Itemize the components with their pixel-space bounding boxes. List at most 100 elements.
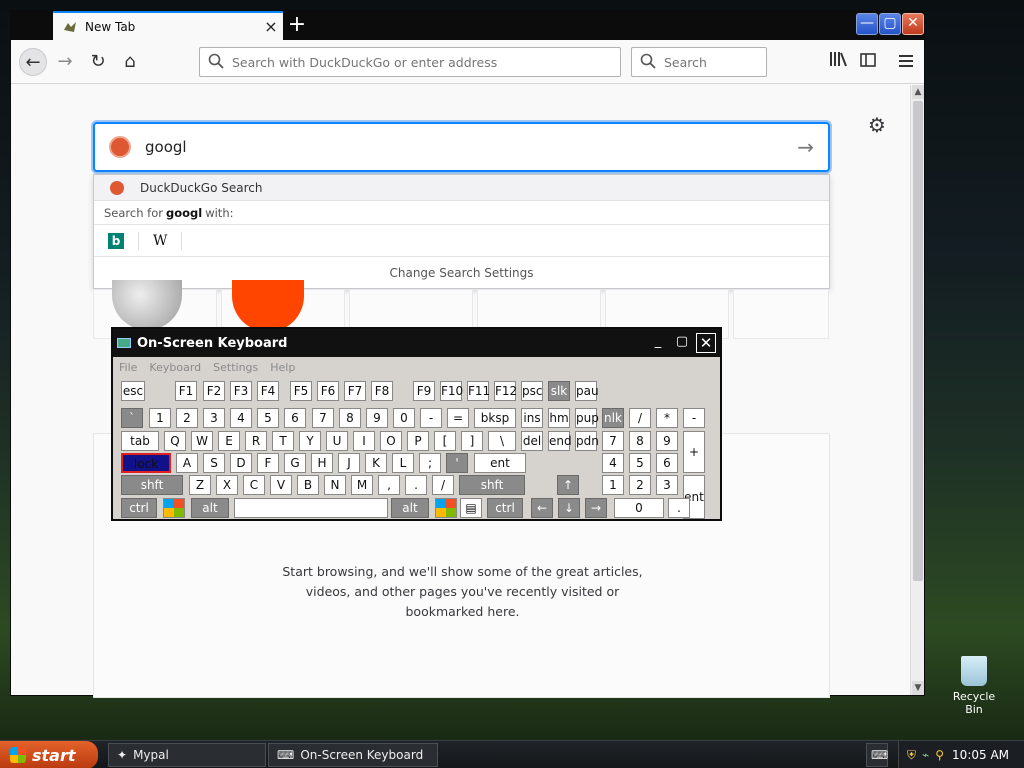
key-hm[interactable]: hm	[548, 408, 570, 428]
key-f4[interactable]: F4	[257, 381, 279, 401]
key-alt[interactable]: alt	[191, 498, 229, 518]
key-3[interactable]: 3	[656, 475, 678, 495]
key-f10[interactable]: F10	[440, 381, 463, 401]
home-button[interactable]: ⌂	[116, 48, 144, 76]
key-q[interactable]: Q	[164, 431, 186, 451]
key-bksp[interactable]: bksp	[474, 408, 516, 428]
key-2[interactable]: 2	[629, 475, 651, 495]
search-query[interactable]: googl	[145, 138, 797, 156]
key-1[interactable]: 1	[149, 408, 171, 428]
key-5[interactable]: 5	[257, 408, 279, 428]
taskbar-item-mypal[interactable]: ✦ Mypal	[108, 743, 266, 767]
key-8[interactable]: 8	[629, 431, 651, 451]
key-f9[interactable]: F9	[413, 381, 435, 401]
key-3[interactable]: 3	[203, 408, 225, 428]
tab-close-icon[interactable]: ×	[259, 17, 283, 36]
key-f8[interactable]: F8	[371, 381, 393, 401]
key-tab[interactable]: tab	[121, 431, 159, 451]
key-pup[interactable]: pup	[575, 408, 599, 428]
key-b[interactable]: B	[297, 475, 319, 495]
change-search-settings-button[interactable]: Change Search Settings	[94, 257, 829, 288]
key-[interactable]: ,	[378, 475, 400, 495]
bing-icon[interactable]: b	[108, 232, 124, 249]
key-[interactable]: ←	[531, 498, 553, 518]
key-pau[interactable]: pau	[575, 381, 599, 401]
key-psc[interactable]: psc	[521, 381, 543, 401]
key-[interactable]: \	[488, 431, 516, 451]
osk-menu-file[interactable]: File	[119, 361, 137, 374]
key-[interactable]: -	[420, 408, 442, 428]
key-g[interactable]: G	[284, 453, 306, 473]
search-input[interactable]	[664, 54, 754, 70]
key-8[interactable]: 8	[339, 408, 361, 428]
key-1[interactable]: 1	[602, 475, 624, 495]
key-[interactable]: ↑	[557, 475, 579, 495]
key-r[interactable]: R	[245, 431, 267, 451]
key-4[interactable]: 4	[230, 408, 252, 428]
key-y[interactable]: Y	[299, 431, 321, 451]
key-[interactable]: +	[683, 431, 705, 473]
key-u[interactable]: U	[326, 431, 348, 451]
key-d[interactable]: D	[230, 453, 252, 473]
scroll-up-arrow-icon[interactable]: ▲	[912, 85, 924, 99]
key-t[interactable]: T	[272, 431, 294, 451]
address-bar[interactable]	[199, 47, 621, 77]
key-[interactable]: [	[434, 431, 456, 451]
win-key-icon[interactable]	[163, 498, 185, 518]
key-ctrl[interactable]: ctrl	[487, 498, 523, 518]
menu-key-icon[interactable]: ▤	[460, 498, 482, 518]
menu-icon[interactable]	[892, 48, 920, 76]
clock[interactable]: 10:05 AM	[952, 748, 1009, 762]
key-f1[interactable]: F1	[175, 381, 197, 401]
key-6[interactable]: 6	[656, 453, 678, 473]
sidebar-icon[interactable]	[854, 48, 882, 76]
scroll-down-arrow-icon[interactable]: ▼	[912, 681, 924, 695]
search-go-arrow-icon[interactable]: →	[797, 135, 814, 159]
key-slk[interactable]: slk	[548, 381, 570, 401]
key-7[interactable]: 7	[312, 408, 334, 428]
key-[interactable]: -	[683, 408, 705, 428]
wikipedia-icon[interactable]: W	[153, 233, 167, 249]
key-e[interactable]: E	[218, 431, 240, 451]
start-button[interactable]: start	[0, 741, 98, 768]
key-nlk[interactable]: nlk	[602, 408, 624, 428]
key-[interactable]: /	[432, 475, 454, 495]
key-p[interactable]: P	[407, 431, 429, 451]
win-key-icon[interactable]	[435, 498, 457, 518]
key-[interactable]: ↓	[558, 498, 580, 518]
key-ent[interactable]: ent	[474, 453, 526, 473]
reload-button[interactable]: ↻	[84, 48, 112, 76]
settings-gear-icon[interactable]: ⚙	[868, 113, 886, 137]
newtab-search-field[interactable]: googl →	[93, 122, 830, 172]
forward-button[interactable]: →	[51, 48, 79, 76]
key-z[interactable]: Z	[189, 475, 211, 495]
key-j[interactable]: J	[338, 453, 360, 473]
show-desktop-keyboard-icon[interactable]: ⌨	[866, 743, 888, 767]
key-[interactable]: `	[121, 408, 143, 428]
tab-new-tab[interactable]: New Tab ×	[53, 11, 283, 40]
key-7[interactable]: 7	[602, 431, 624, 451]
key-shft[interactable]: shft	[121, 475, 183, 495]
key-k[interactable]: K	[365, 453, 387, 473]
key-6[interactable]: 6	[284, 408, 306, 428]
key-f11[interactable]: F11	[467, 381, 490, 401]
library-icon[interactable]	[824, 48, 852, 76]
key-[interactable]: /	[629, 408, 651, 428]
address-input[interactable]	[232, 54, 592, 70]
search-tray-icon[interactable]: ⚲	[935, 748, 944, 762]
engine-suggestion-row[interactable]: DuckDuckGo Search	[94, 175, 829, 201]
key-x[interactable]: X	[216, 475, 238, 495]
osk-maximize-button[interactable]: ▢	[672, 333, 692, 353]
key-[interactable]: .	[405, 475, 427, 495]
back-button[interactable]: ←	[19, 48, 47, 76]
maximize-button[interactable]: ▢	[879, 13, 901, 35]
key-end[interactable]: end	[548, 431, 572, 451]
key-[interactable]: ;	[419, 453, 441, 473]
key-f[interactable]: F	[257, 453, 279, 473]
osk-minimize-button[interactable]: _	[648, 333, 668, 353]
key-shft[interactable]: shft	[459, 475, 525, 495]
key-[interactable]: '	[446, 453, 468, 473]
key-a[interactable]: A	[176, 453, 198, 473]
key-9[interactable]: 9	[656, 431, 678, 451]
key-alt[interactable]: alt	[391, 498, 429, 518]
